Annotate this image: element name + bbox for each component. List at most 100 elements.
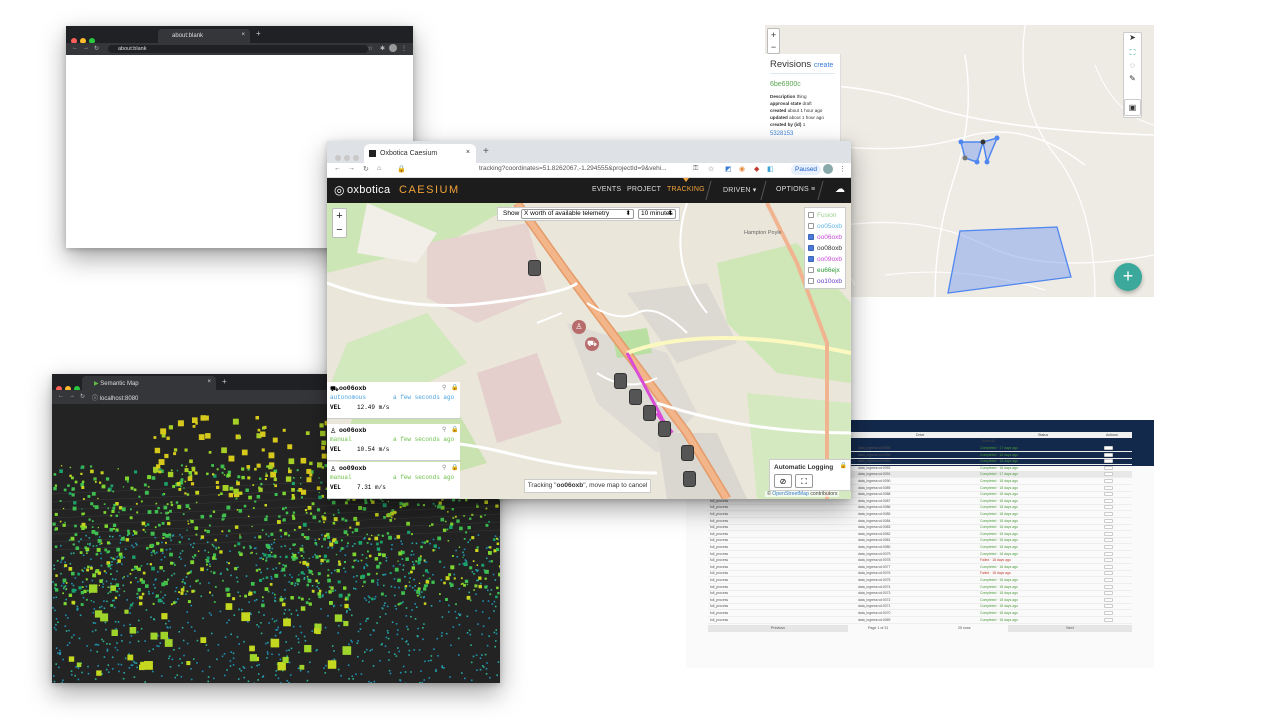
- row-action-button[interactable]: [1104, 446, 1113, 450]
- row-action-button[interactable]: [1104, 571, 1113, 576]
- nav-driven[interactable]: DRIVEN ▾: [723, 186, 757, 194]
- row-action-button[interactable]: [1104, 512, 1113, 516]
- pin-icon[interactable]: ⚲: [442, 464, 446, 471]
- next-button[interactable]: Next: [1008, 625, 1132, 632]
- address-bar[interactable]: about:blank: [108, 45, 368, 53]
- add-button[interactable]: +: [1114, 263, 1142, 291]
- row-action-button[interactable]: [1104, 472, 1113, 477]
- lock-icon[interactable]: 🔒: [451, 426, 458, 433]
- zoom-in-button[interactable]: +: [333, 209, 346, 223]
- key-icon[interactable]: ⚿: [693, 165, 698, 173]
- row-action-button[interactable]: [1104, 564, 1113, 569]
- row-action-button[interactable]: [1104, 617, 1113, 622]
- extension-icon[interactable]: ✱: [380, 45, 385, 52]
- zoom-out-button[interactable]: −: [768, 41, 779, 53]
- row-action-button[interactable]: [1104, 611, 1113, 615]
- traffic-light-icon[interactable]: [643, 405, 656, 421]
- nav-project[interactable]: PROJECT: [627, 186, 661, 193]
- vehicle-filter-item[interactable]: oo09oxb: [808, 254, 842, 265]
- extension-icon[interactable]: ◧: [767, 165, 774, 173]
- star-icon[interactable]: ☆: [708, 165, 714, 173]
- nav-options[interactable]: OPTIONS ≡: [776, 186, 815, 193]
- tab-close-icon[interactable]: ×: [241, 32, 245, 38]
- col-actions[interactable]: Actions: [1106, 433, 1118, 437]
- row-action-button[interactable]: [1104, 531, 1113, 536]
- row-action-button[interactable]: [1104, 584, 1113, 589]
- star-icon[interactable]: ☆: [368, 45, 373, 52]
- rss-icon[interactable]: ◉: [739, 165, 745, 173]
- address-text[interactable]: tracking?coordinates=51.8262067,-1.29455…: [479, 165, 667, 172]
- row-action-button[interactable]: [1104, 604, 1113, 609]
- lasso-tool-icon[interactable]: ◌: [1124, 61, 1141, 74]
- osm-link[interactable]: OpenStreetMap: [772, 491, 809, 497]
- telemetry-select[interactable]: X worth of available telemetry ⬍: [521, 209, 634, 219]
- rows-select[interactable]: 25 rows: [958, 625, 988, 632]
- vehicle-card[interactable]: ⛟ oo06oxb ⚲ 🔒 autonomous a few seconds ago VEL…: [327, 382, 460, 419]
- avatar[interactable]: [823, 164, 833, 174]
- traffic-light-icon[interactable]: [528, 260, 541, 276]
- nav-events[interactable]: EVENTS: [592, 186, 621, 193]
- new-tab-icon[interactable]: +: [222, 377, 227, 386]
- vehicle-checkbox[interactable]: [808, 245, 814, 252]
- vehicle-checkbox[interactable]: [808, 212, 814, 219]
- shield-icon[interactable]: ◆: [754, 165, 759, 173]
- save-icon[interactable]: ▣: [1124, 99, 1141, 116]
- tab-close-icon[interactable]: ×: [207, 379, 211, 385]
- home-icon[interactable]: ⌂: [377, 165, 381, 172]
- lock-icon[interactable]: 🔒: [451, 464, 458, 471]
- vehicle-card[interactable]: ♙ oo06oxb ⚲ 🔒 manual a few seconds ago VEL 10.5…: [327, 424, 460, 461]
- nav-tracking[interactable]: TRACKING: [667, 186, 705, 193]
- maximize-icon[interactable]: [353, 155, 359, 161]
- col-drive[interactable]: Drive: [916, 433, 924, 437]
- row-action-button[interactable]: [1104, 538, 1113, 543]
- reload-icon[interactable]: ↻: [363, 165, 369, 173]
- edit-tool-icon[interactable]: ✎: [1124, 74, 1141, 87]
- zoom-out-button[interactable]: −: [333, 223, 346, 237]
- tab-close-icon[interactable]: ×: [466, 149, 470, 156]
- minimize-icon[interactable]: [344, 155, 350, 161]
- reload-icon[interactable]: ↻: [80, 393, 85, 400]
- back-icon[interactable]: ←: [334, 165, 341, 172]
- row-action-button[interactable]: [1104, 558, 1113, 563]
- eye-off-icon[interactable]: ⊘: [774, 474, 792, 488]
- row-action-button[interactable]: [1104, 518, 1113, 523]
- tab-semantic-map[interactable]: ▶ Semantic Map ×: [82, 376, 216, 390]
- row-action-button[interactable]: [1104, 525, 1113, 530]
- tracking-map[interactable]: Hampton Poyle ♙ ⛟ + − Show X worth of av…: [327, 203, 851, 499]
- menu-icon[interactable]: ⋮: [401, 45, 407, 52]
- draw-area-icon[interactable]: ⛶: [795, 474, 813, 488]
- vehicle-checkbox[interactable]: [808, 223, 814, 230]
- vehicle-filter-item[interactable]: Fusion: [808, 210, 842, 221]
- traffic-light-icon[interactable]: [614, 373, 627, 389]
- row-action-button[interactable]: [1104, 545, 1113, 549]
- row-action-button[interactable]: [1104, 505, 1113, 510]
- forward-icon[interactable]: →: [69, 393, 75, 399]
- close-icon[interactable]: [335, 155, 341, 161]
- translate-icon[interactable]: ◩: [725, 165, 732, 173]
- zoom-in-button[interactable]: +: [768, 29, 779, 41]
- col-status[interactable]: Status: [1038, 433, 1048, 437]
- brand-name[interactable]: oxbotica: [347, 184, 390, 196]
- traffic-light-icon[interactable]: [658, 421, 671, 437]
- vehicle-filter-item[interactable]: oo05oxb: [808, 221, 842, 232]
- vehicle-checkbox[interactable]: [808, 256, 814, 263]
- car-pin-icon[interactable]: ⛟: [585, 337, 599, 351]
- lock-icon[interactable]: 🔒: [451, 384, 458, 391]
- row-action-button[interactable]: [1104, 498, 1113, 503]
- table-row[interactable]: full_process data_ingress:vd:0069 Complete…: [708, 617, 1132, 624]
- back-icon[interactable]: ←: [72, 45, 78, 51]
- traffic-light-icon[interactable]: [681, 445, 694, 461]
- pin-icon[interactable]: ⚲: [442, 426, 446, 433]
- vehicle-filter-item[interactable]: eu66ejx: [808, 265, 842, 276]
- polygon-tool-icon[interactable]: ⛶: [1124, 48, 1141, 61]
- new-tab-icon[interactable]: +: [256, 29, 261, 38]
- vehicle-filter-item[interactable]: oo06oxb: [808, 232, 842, 243]
- traffic-light-icon[interactable]: [629, 389, 642, 405]
- previous-button[interactable]: Previous: [708, 625, 848, 632]
- row-action-button[interactable]: [1104, 465, 1113, 470]
- next-revision-id[interactable]: 5328153: [770, 131, 835, 137]
- tab-about-blank[interactable]: about:blank ×: [158, 29, 250, 43]
- vehicle-filter-item[interactable]: oo08oxb: [808, 243, 842, 254]
- row-action-button[interactable]: [1104, 452, 1113, 457]
- new-tab-icon[interactable]: +: [483, 146, 489, 157]
